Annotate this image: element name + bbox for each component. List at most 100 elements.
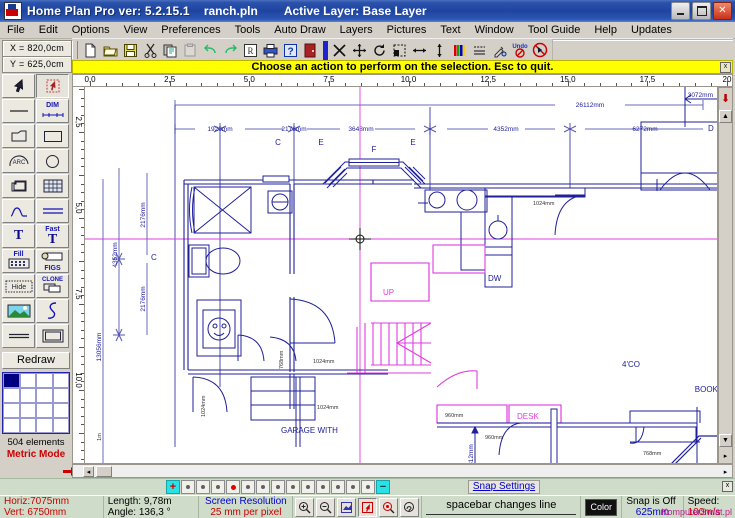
snap-level-dot[interactable] bbox=[271, 480, 285, 494]
menu-item-updates[interactable]: Updates bbox=[624, 23, 679, 38]
cancel-action-icon[interactable] bbox=[530, 41, 549, 60]
scroll-thumb[interactable] bbox=[96, 466, 112, 477]
swatch-active[interactable] bbox=[3, 373, 20, 388]
hide-tool[interactable]: Hide bbox=[2, 274, 35, 298]
snap-level-dot[interactable] bbox=[211, 480, 225, 494]
menu-item-auto-draw[interactable]: Auto Draw bbox=[267, 23, 332, 38]
snapbar-close-icon[interactable]: x bbox=[722, 481, 733, 492]
zoom-region-button[interactable] bbox=[358, 498, 377, 517]
snap-level-dot[interactable] bbox=[241, 480, 255, 494]
menu-item-file[interactable]: File bbox=[0, 23, 32, 38]
snap-level-dot[interactable] bbox=[226, 480, 240, 494]
swatch[interactable] bbox=[20, 388, 37, 403]
snap-level-dot[interactable] bbox=[301, 480, 315, 494]
rectangle-tool[interactable] bbox=[36, 124, 69, 148]
color-swatch-grid[interactable] bbox=[2, 372, 70, 434]
zoom-out-button[interactable] bbox=[316, 498, 335, 517]
circle-tool[interactable] bbox=[36, 149, 69, 173]
curve-tool[interactable] bbox=[2, 199, 35, 223]
swatch[interactable] bbox=[53, 388, 70, 403]
snap-level-dot[interactable] bbox=[331, 480, 345, 494]
scroll-right-button[interactable]: ▸ bbox=[720, 466, 731, 477]
swatch[interactable] bbox=[53, 403, 70, 418]
vertical-ruler[interactable]: 2,55,07,510,0 bbox=[72, 87, 85, 464]
menu-item-edit[interactable]: Edit bbox=[32, 23, 65, 38]
swatch[interactable] bbox=[36, 403, 53, 418]
toolbar-grip[interactable] bbox=[72, 41, 78, 59]
zoom-fit-button[interactable] bbox=[337, 498, 356, 517]
y-coordinate-field[interactable]: Y = 625,0cm bbox=[2, 56, 72, 73]
rotate-selection-icon[interactable] bbox=[370, 41, 389, 60]
snap-level-dot[interactable] bbox=[346, 480, 360, 494]
freehand-tool[interactable] bbox=[36, 299, 69, 323]
text-tool[interactable]: T bbox=[2, 224, 35, 248]
delete-selection-icon[interactable] bbox=[330, 41, 349, 60]
swatch[interactable] bbox=[20, 418, 37, 433]
dimension-tool[interactable]: DIM bbox=[36, 99, 69, 123]
new-file-icon[interactable] bbox=[81, 41, 100, 60]
ruler-icon[interactable]: R bbox=[241, 41, 260, 60]
color-bars-icon[interactable] bbox=[450, 41, 469, 60]
menu-item-text[interactable]: Text bbox=[433, 23, 467, 38]
stretch-vertical-icon[interactable] bbox=[430, 41, 449, 60]
vertical-scrollbar[interactable]: ▲ ▼ ⬇ ▸ bbox=[718, 87, 733, 464]
swatch[interactable] bbox=[36, 373, 53, 388]
help-icon[interactable]: ? bbox=[281, 41, 300, 60]
zoom-in-button[interactable] bbox=[295, 498, 314, 517]
snap-level-dot[interactable] bbox=[196, 480, 210, 494]
line-style-icon[interactable] bbox=[470, 41, 489, 60]
swatch[interactable] bbox=[3, 388, 20, 403]
scroll-down-button[interactable]: ▼ bbox=[719, 434, 732, 447]
window-tool[interactable] bbox=[36, 174, 69, 198]
scroll-left-button[interactable]: ◂ bbox=[83, 466, 94, 477]
menu-item-window[interactable]: Window bbox=[468, 23, 521, 38]
cut-icon[interactable] bbox=[141, 41, 160, 60]
menu-item-tools[interactable]: Tools bbox=[228, 23, 268, 38]
x-coordinate-field[interactable]: X = 820,0cm bbox=[2, 40, 72, 57]
door-icon[interactable] bbox=[301, 41, 320, 60]
fast-text-tool[interactable]: Fast T bbox=[36, 224, 69, 248]
line-tool[interactable] bbox=[2, 99, 35, 123]
polyline-tool[interactable] bbox=[2, 124, 35, 148]
snap-level-dot[interactable] bbox=[181, 480, 195, 494]
zoom-pan-button[interactable] bbox=[400, 498, 419, 517]
menu-item-view[interactable]: View bbox=[117, 23, 155, 38]
redo-icon[interactable] bbox=[221, 41, 240, 60]
swatch[interactable] bbox=[3, 418, 20, 433]
copy-icon[interactable] bbox=[161, 41, 180, 60]
menu-item-help[interactable]: Help bbox=[587, 23, 624, 38]
snap-level-dot[interactable] bbox=[361, 480, 375, 494]
figures-tool[interactable]: FIGS bbox=[36, 249, 69, 273]
snap-level-dot[interactable] bbox=[256, 480, 270, 494]
undo-icon[interactable] bbox=[201, 41, 220, 60]
menu-item-pictures[interactable]: Pictures bbox=[380, 23, 434, 38]
horizontal-ruler[interactable]: 0,02,55,07,510,012,515,017,520 bbox=[72, 74, 733, 87]
floor-plan-drawing[interactable]: .bl{stroke:#20209a;fill:none;} .blt{stro… bbox=[85, 87, 718, 464]
print-icon[interactable] bbox=[261, 41, 280, 60]
picture-tool[interactable] bbox=[2, 299, 35, 323]
eyedropper-icon[interactable] bbox=[490, 41, 509, 60]
wall-tool[interactable] bbox=[36, 199, 69, 223]
frame-tool[interactable] bbox=[36, 324, 69, 348]
swatch[interactable] bbox=[53, 418, 70, 433]
open-file-icon[interactable] bbox=[101, 41, 120, 60]
drawing-canvas[interactable]: .bl{stroke:#20209a;fill:none;} .blt{stro… bbox=[85, 87, 718, 464]
hint-close-icon[interactable]: x bbox=[720, 62, 731, 73]
color-button[interactable]: Color bbox=[585, 499, 617, 516]
snap-increase-button[interactable]: + bbox=[166, 480, 180, 494]
minimize-button[interactable] bbox=[671, 2, 690, 20]
snap-decrease-button[interactable]: − bbox=[376, 480, 390, 494]
swatch[interactable] bbox=[3, 403, 20, 418]
move-selection-icon[interactable] bbox=[350, 41, 369, 60]
stretch-horizontal-icon[interactable] bbox=[410, 41, 429, 60]
zoom-previous-button[interactable] bbox=[379, 498, 398, 517]
menu-item-layers[interactable]: Layers bbox=[333, 23, 380, 38]
swatch[interactable] bbox=[20, 403, 37, 418]
scroll-up-button[interactable]: ▲ bbox=[719, 110, 732, 123]
close-button[interactable]: ✕ bbox=[713, 2, 732, 20]
maximize-button[interactable] bbox=[692, 2, 711, 20]
horizontal-scrollbar[interactable]: ◂ ▸ bbox=[72, 464, 733, 478]
swatch[interactable] bbox=[36, 388, 53, 403]
save-file-icon[interactable] bbox=[121, 41, 140, 60]
arrow-select-tool[interactable] bbox=[2, 74, 35, 98]
